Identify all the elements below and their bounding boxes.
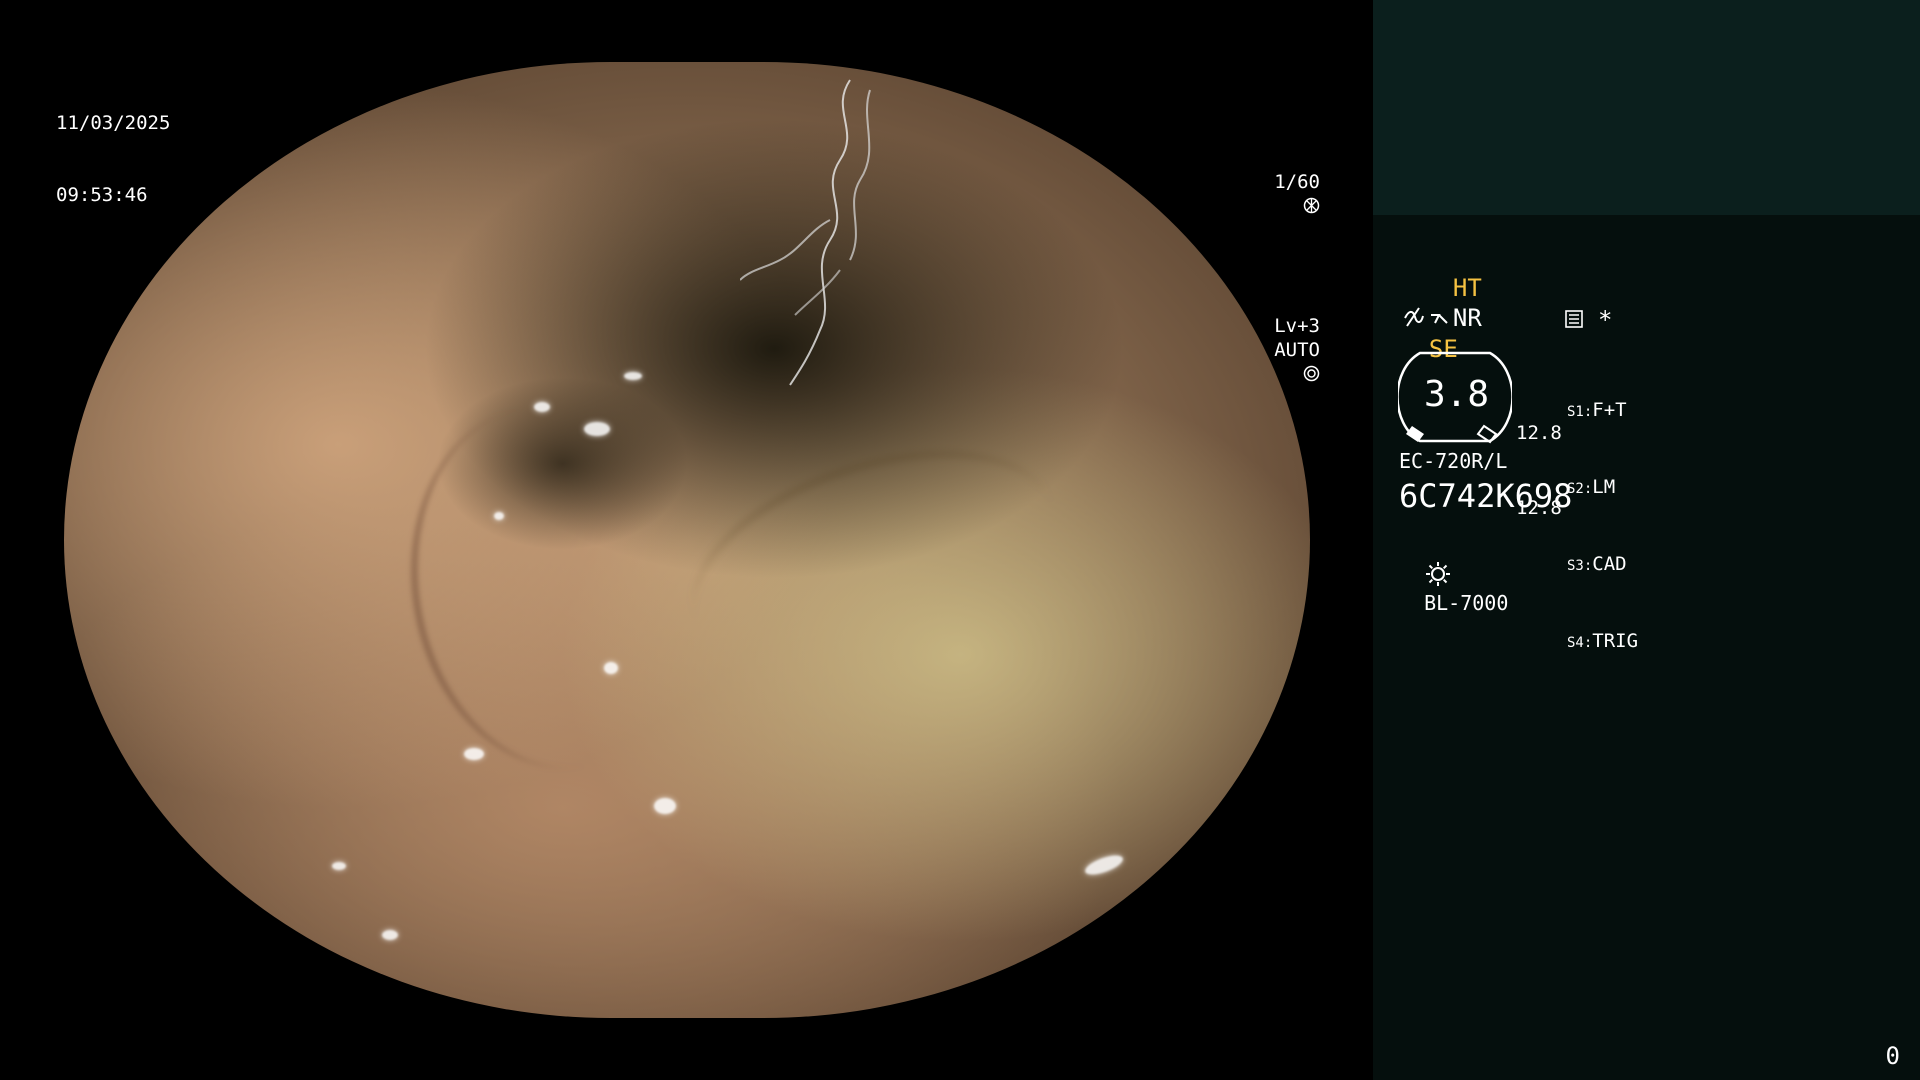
light-reflection	[494, 512, 504, 520]
switch-key: S4:	[1567, 635, 1593, 651]
iris-mode: AUTO	[1274, 339, 1320, 361]
iris-icon	[1303, 365, 1320, 382]
brightness-level: Lv+3	[1274, 315, 1320, 337]
level-row: Lv+3 AUTO	[1228, 290, 1320, 410]
switch-value: LM	[1592, 476, 1616, 498]
switch-key: S1:	[1567, 404, 1593, 420]
light-reflection	[382, 930, 398, 940]
vessel-pattern	[740, 79, 871, 386]
info-panel-header	[1373, 0, 1920, 215]
aperture-icon	[1303, 197, 1320, 214]
mucosal-fold	[383, 384, 723, 791]
light-reflection	[332, 862, 346, 870]
star-indicator: *	[1598, 306, 1613, 334]
datetime-display: 11/03/2025 09:53:46	[56, 63, 170, 231]
endoscopic-image	[64, 62, 1310, 1018]
switch-row: S4:TRIG	[1567, 629, 1638, 656]
shutter-speed: 1/60	[1274, 171, 1320, 193]
switch-value: TRIG	[1592, 630, 1639, 652]
light-reflection	[624, 372, 642, 380]
gauge-side-values: 12.8 12.8	[1516, 371, 1562, 546]
time-text: 09:53:46	[56, 184, 148, 206]
light-reflection	[654, 798, 676, 814]
light-reflection	[604, 662, 618, 674]
mucosal-fold	[665, 410, 1082, 713]
exposure-status: 1/60 Lv+3 AUTO	[1228, 98, 1320, 434]
switch-row: S3:CAD	[1567, 552, 1638, 579]
switch-value: F+T	[1592, 399, 1627, 421]
switch-value: CAD	[1592, 553, 1627, 575]
date-text: 11/03/2025	[56, 112, 171, 134]
enhancement-icon	[1404, 307, 1424, 327]
frame-counter: 0	[1885, 1042, 1900, 1070]
endoscope-view	[0, 0, 1373, 1080]
switch-row: S2:LM	[1567, 475, 1638, 502]
scope-model: EC-720R/L	[1399, 449, 1508, 473]
light-reflection	[534, 402, 550, 412]
light-reflection	[584, 422, 610, 436]
gauge-value: 3.8	[1424, 374, 1490, 415]
light-source-row: BL-7000	[1400, 532, 1508, 617]
switch-assignments: S1:F+T S2:LM S3:CAD S4:TRIG	[1567, 348, 1638, 681]
memory-card-icon	[1565, 310, 1583, 328]
shutter-row: 1/60	[1228, 146, 1320, 242]
gauge-side-value: 12.8	[1516, 422, 1562, 444]
lamp-sun-icon	[1426, 562, 1451, 586]
light-reflection	[1082, 851, 1126, 879]
switch-key: S3:	[1567, 558, 1593, 574]
scope-serial: 6C742K698	[1399, 477, 1573, 515]
hand-mode-icon	[1430, 314, 1448, 324]
light-reflection	[464, 748, 484, 760]
switch-row: S1:F+T	[1567, 398, 1638, 425]
light-source-model: BL-7000	[1424, 591, 1509, 615]
